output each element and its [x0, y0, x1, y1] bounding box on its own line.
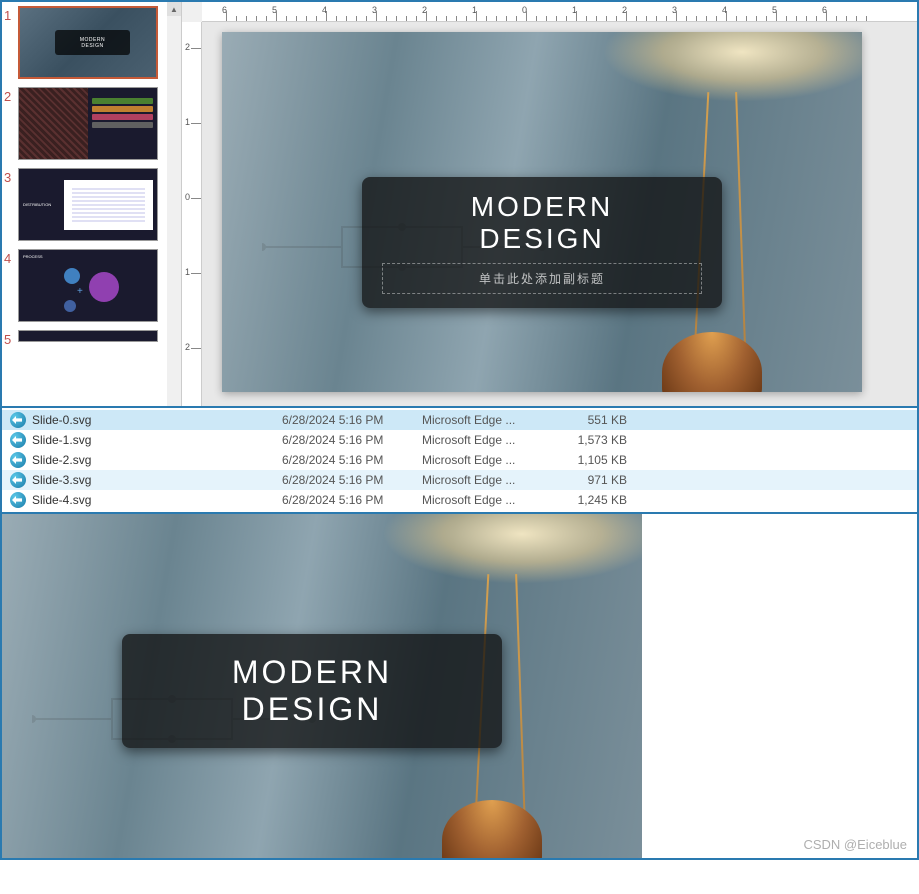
slide-number: 4	[4, 249, 18, 322]
slide-preview: PROCESS +	[18, 249, 158, 322]
file-size: 1,105 KB	[567, 453, 627, 467]
file-row[interactable]: Slide-4.svg 6/28/2024 5:16 PM Microsoft …	[2, 490, 917, 510]
bulb-base-graphic	[662, 332, 762, 392]
file-size: 1,245 KB	[567, 493, 627, 507]
slide-number: 5	[4, 330, 18, 347]
file-row[interactable]: Slide-0.svg 6/28/2024 5:16 PM Microsoft …	[2, 410, 917, 430]
slide-number: 3	[4, 168, 18, 241]
panel-scrollbar[interactable]: ▲	[167, 2, 181, 406]
file-size: 1,573 KB	[567, 433, 627, 447]
file-type: Microsoft Edge ...	[422, 493, 567, 507]
preview-title: MODERNDESIGN	[142, 654, 482, 728]
file-name: Slide-3.svg	[32, 473, 282, 487]
file-date: 6/28/2024 5:16 PM	[282, 493, 422, 507]
slide-thumbnail-5[interactable]: 5	[2, 326, 181, 351]
slide-thumbnail-panel: 1 MODERNDESIGN 2 3 DISTRIBUTION	[2, 2, 182, 406]
powerpoint-editor: 1 MODERNDESIGN 2 3 DISTRIBUTION	[0, 0, 919, 408]
file-row[interactable]: Slide-3.svg 6/28/2024 5:16 PM Microsoft …	[2, 470, 917, 490]
bulb-glow-graphic	[602, 32, 862, 102]
watermark-text: CSDN @Eiceblue	[803, 837, 907, 852]
horizontal-ruler: 6543210123456	[202, 2, 917, 22]
file-type: Microsoft Edge ...	[422, 433, 567, 447]
edge-file-icon	[10, 432, 26, 448]
file-name: Slide-0.svg	[32, 413, 282, 427]
file-name: Slide-2.svg	[32, 453, 282, 467]
subtitle-placeholder[interactable]: 单击此处添加副标题	[382, 263, 702, 294]
scroll-up-icon[interactable]: ▲	[167, 2, 181, 16]
edge-file-icon	[10, 412, 26, 428]
file-size: 551 KB	[567, 413, 627, 427]
file-type: Microsoft Edge ...	[422, 413, 567, 427]
file-row[interactable]: Slide-1.svg 6/28/2024 5:16 PM Microsoft …	[2, 430, 917, 450]
file-size: 971 KB	[567, 473, 627, 487]
slide-number: 2	[4, 87, 18, 160]
editor-main: 6543210123456 21012	[182, 2, 917, 406]
main-slide[interactable]: MODERNDESIGN 单击此处添加副标题	[222, 32, 862, 392]
file-list: Slide-0.svg 6/28/2024 5:16 PM Microsoft …	[0, 408, 919, 514]
title-box[interactable]: MODERNDESIGN 单击此处添加副标题	[362, 177, 722, 308]
mini-title-text: MODERNDESIGN	[55, 30, 130, 55]
edge-file-icon	[10, 452, 26, 468]
file-date: 6/28/2024 5:16 PM	[282, 453, 422, 467]
file-type: Microsoft Edge ...	[422, 473, 567, 487]
file-row[interactable]: Slide-2.svg 6/28/2024 5:16 PM Microsoft …	[2, 450, 917, 470]
vertical-ruler: 21012	[182, 22, 202, 406]
slide-preview: DISTRIBUTION	[18, 168, 158, 241]
preview-slide-content: MODERNDESIGN	[2, 514, 642, 860]
file-type: Microsoft Edge ...	[422, 453, 567, 467]
file-date: 6/28/2024 5:16 PM	[282, 433, 422, 447]
svg-preview: MODERNDESIGN CSDN @Eiceblue	[0, 514, 919, 860]
slide-thumbnail-2[interactable]: 2	[2, 83, 181, 164]
slide-preview: MODERNDESIGN	[18, 6, 158, 79]
bulb-filament	[735, 92, 747, 372]
slide-thumbnail-1[interactable]: 1 MODERNDESIGN	[2, 2, 181, 83]
edge-file-icon	[10, 492, 26, 508]
edge-file-icon	[10, 472, 26, 488]
slide-title[interactable]: MODERNDESIGN	[382, 191, 702, 255]
slide-thumbnail-4[interactable]: 4 PROCESS +	[2, 245, 181, 326]
slide-preview	[18, 330, 158, 342]
file-name: Slide-4.svg	[32, 493, 282, 507]
slide-preview	[18, 87, 158, 160]
slide-thumbnail-3[interactable]: 3 DISTRIBUTION	[2, 164, 181, 245]
file-date: 6/28/2024 5:16 PM	[282, 473, 422, 487]
canvas-area[interactable]: MODERNDESIGN 单击此处添加副标题	[202, 22, 917, 406]
file-date: 6/28/2024 5:16 PM	[282, 413, 422, 427]
slide-number: 1	[4, 6, 18, 79]
file-name: Slide-1.svg	[32, 433, 282, 447]
